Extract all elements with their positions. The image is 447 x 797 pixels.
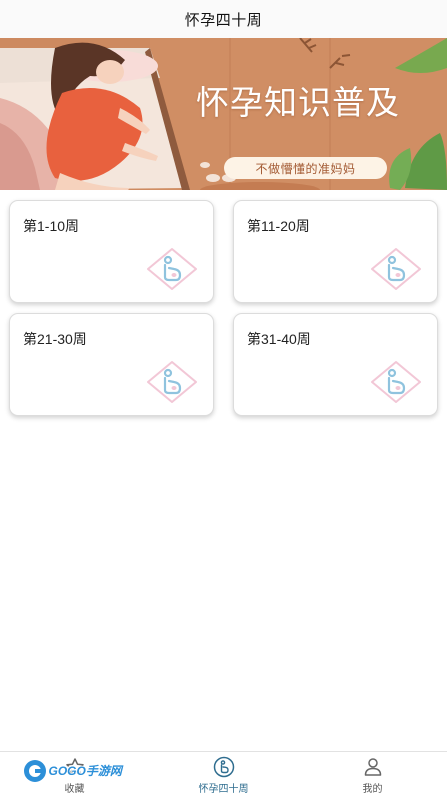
card-label: 第1-10周 — [23, 218, 80, 234]
card-label: 第31-40周 — [247, 331, 311, 347]
app-screen: 怀孕四十周 怀孕知识普及 不做懵懂的准妈妈 第1-10周 第11-20周 第21… — [0, 0, 447, 797]
pregnancy-icon — [213, 756, 234, 778]
card-week-11-20[interactable]: 第11-20周 — [233, 200, 438, 303]
tab-label: 怀孕四十周 — [198, 784, 249, 795]
watermark-text: GOGO手游网 — [48, 764, 122, 778]
card-label: 第21-30周 — [23, 331, 87, 347]
card-label: 第11-20周 — [247, 218, 310, 234]
pregnancy-icon — [147, 248, 197, 290]
tab-profile[interactable]: 我的 — [318, 752, 428, 797]
watermark-logo: GOGO手游网 — [22, 758, 132, 784]
page-title: 怀孕四十周 — [184, 11, 263, 29]
pregnancy-icon — [147, 361, 197, 403]
top-navbar: 怀孕四十周 — [0, 0, 447, 38]
card-week-21-30[interactable]: 第21-30周 — [9, 313, 214, 416]
banner-subtitle: 不做懵懂的准妈妈 — [224, 157, 387, 179]
banner-title: 怀孕知识普及 — [196, 83, 400, 122]
card-week-1-10[interactable]: 第1-10周 — [9, 200, 214, 303]
card-week-31-40[interactable]: 第31-40周 — [233, 313, 438, 416]
pregnancy-icon — [371, 248, 421, 290]
tab-pregnancy-40-weeks[interactable]: 怀孕四十周 — [169, 752, 279, 797]
profile-icon — [364, 758, 381, 776]
tab-label: 我的 — [362, 784, 383, 795]
tab-collect[interactable]: 收藏 GOGO手游网 — [20, 752, 130, 797]
watermark-icon — [23, 759, 46, 782]
bottom-tabbar: 收藏 GOGO手游网 怀孕四十周 我的 — [0, 751, 447, 797]
week-grid: 第1-10周 第11-20周 第21-30周 第31-40周 — [0, 190, 447, 416]
banner[interactable]: 怀孕知识普及 不做懵懂的准妈妈 — [0, 38, 447, 190]
pregnancy-icon — [371, 361, 421, 403]
